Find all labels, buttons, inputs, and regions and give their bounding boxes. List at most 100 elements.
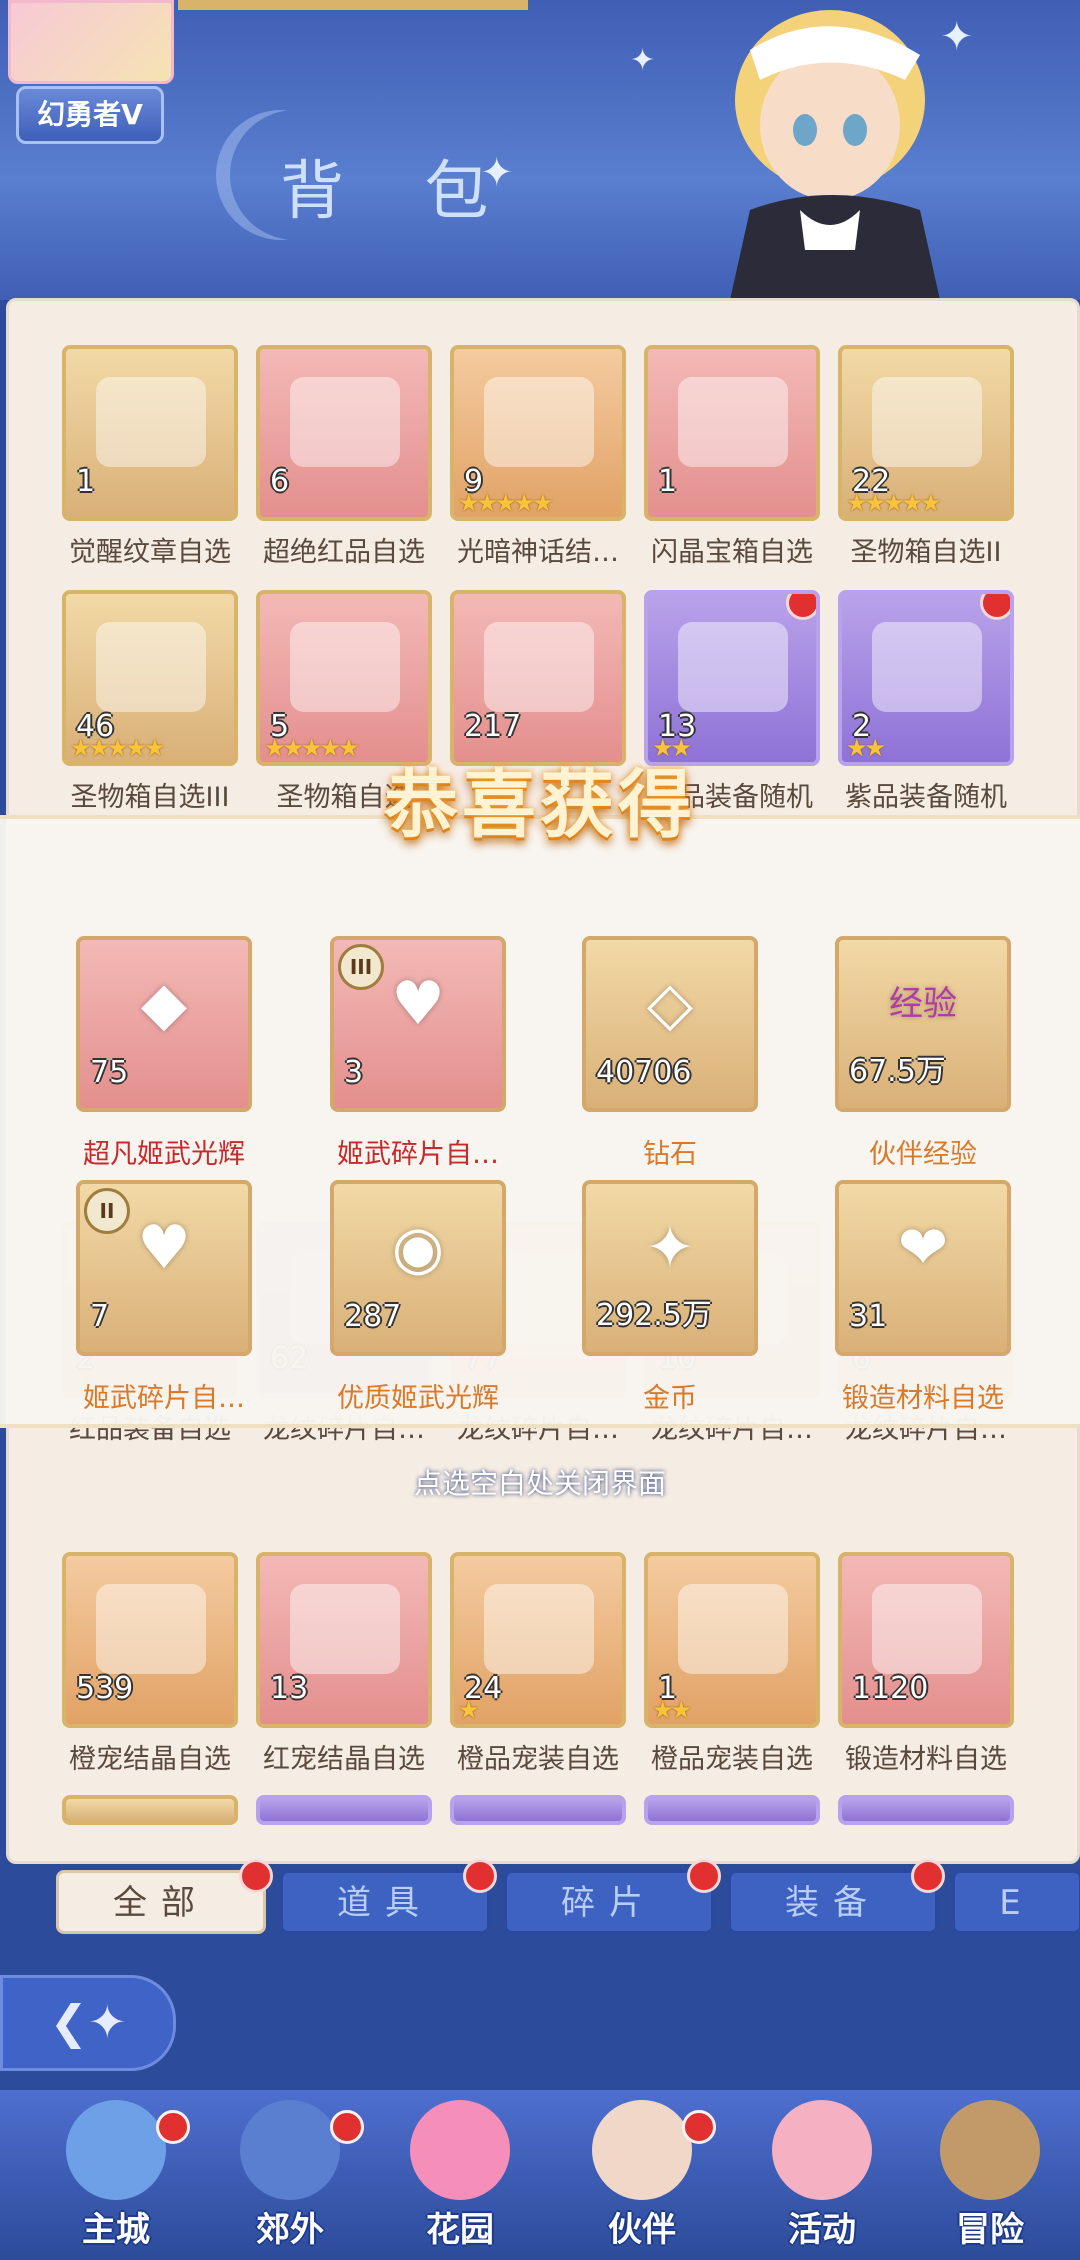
nav-magic-circle[interactable]: 郊外 [210, 2090, 370, 2260]
reward-item-cell[interactable]: ✦ 292.5万 [582, 1180, 758, 1356]
red-dot-badge [682, 2110, 716, 2144]
svg-text:✦: ✦ [940, 14, 974, 60]
reward-item-cell[interactable]: ◇ 40706 [582, 936, 758, 1112]
nav-label: 活动 [788, 2210, 856, 2250]
item-count: 6 [270, 464, 290, 499]
reward-name: 超凡姬武光辉 [83, 1139, 245, 1170]
nav-gift-box[interactable]: 活动 [742, 2090, 902, 2260]
reward-item-cell[interactable]: ♥ III 3 [330, 936, 506, 1112]
bag-item-cell[interactable] [838, 1795, 1014, 1825]
reward-item-icon: ✦ [644, 1213, 696, 1283]
item-name: 光暗神话结… [457, 537, 619, 568]
reward-item-cell[interactable]: ❤ 31 [835, 1180, 1011, 1356]
red-dot-badge [980, 594, 1010, 620]
reward-name: 姬武碎片自… [83, 1383, 245, 1414]
item-chest-icon [290, 377, 400, 467]
item-count: 539 [76, 1671, 134, 1706]
nav-label: 冒险 [956, 2210, 1024, 2250]
reward-name: 伙伴经验 [869, 1139, 977, 1170]
bag-item-cell[interactable]: 6 [256, 345, 432, 521]
red-dot-badge [786, 594, 816, 620]
bag-item-cell[interactable]: 5 ★★★★★ [256, 590, 432, 766]
reward-item-cell[interactable]: ♥ II 7 [76, 1180, 252, 1356]
bag-item-cell[interactable]: 1120 [838, 1552, 1014, 1728]
bag-item-cell[interactable]: 22 ★★★★★ [838, 345, 1014, 521]
item-chest-icon [872, 622, 982, 712]
reward-count: 75 [90, 1055, 129, 1090]
red-dot-badge [330, 2110, 364, 2144]
player-avatar[interactable] [8, 0, 174, 84]
bag-item-cell[interactable] [62, 1795, 238, 1825]
tab-1[interactable]: 全部 [56, 1859, 273, 1934]
back-arrow-icon[interactable]: ❮✦ [0, 1975, 176, 2071]
item-count: 1 [76, 464, 96, 499]
bag-item-cell[interactable] [256, 1795, 432, 1825]
bag-item-cell[interactable]: 2 ★★ [838, 590, 1014, 766]
sparkle-icon: ✦ [480, 150, 514, 196]
item-chest-icon [96, 622, 206, 712]
close-hint[interactable]: 点选空白处关闭界面 [340, 1462, 740, 1502]
reward-name: 优质姬武光辉 [337, 1383, 499, 1414]
sword-icon [940, 2100, 1040, 2200]
item-chest-icon [96, 377, 206, 467]
bag-item-cell[interactable]: 24 ★ [450, 1552, 626, 1728]
bag-item-cell[interactable]: 46 ★★★★★ [62, 590, 238, 766]
reward-item-cell[interactable]: ◆ 75 [76, 936, 252, 1112]
reward-item-cell[interactable]: 经验 67.5万 [835, 936, 1011, 1112]
nav-companion[interactable]: 伙伴 [562, 2090, 722, 2260]
item-chest-icon [290, 1584, 400, 1674]
tier-badge: II [84, 1188, 130, 1234]
maid-character-illustration: ✦ ✦ [630, 10, 974, 300]
bag-item-cell[interactable]: 9 ★★★★★ [450, 345, 626, 521]
item-name: 超绝红品自选 [263, 537, 425, 568]
star-rating: ★★★★★ [70, 734, 166, 762]
svg-text:✦: ✦ [630, 43, 655, 78]
bag-item-cell[interactable]: 539 [62, 1552, 238, 1728]
bag-item-cell[interactable]: 217 [450, 590, 626, 766]
star-rating: ★★★★★ [458, 489, 554, 517]
nav-label: 伙伴 [608, 2210, 676, 2250]
tab-3[interactable]: 碎片 [504, 1859, 721, 1934]
tab-5[interactable]: E [952, 1870, 1080, 1934]
reward-count: 287 [344, 1299, 402, 1334]
reward-item-icon: ◆ [140, 969, 188, 1039]
header-banner: 幻勇者V 背 包 ✦ ✦ ✦ [0, 0, 1080, 300]
red-dot-badge [911, 1859, 945, 1893]
item-name: 锻造材料自选 [845, 1744, 1007, 1775]
star-rating: ★★ [652, 1696, 692, 1724]
reward-count: 31 [849, 1299, 888, 1334]
reward-item-cell[interactable]: ◉ 287 [330, 1180, 506, 1356]
nav-label: 郊外 [256, 2210, 324, 2250]
item-count: 1 [658, 464, 678, 499]
tab-2[interactable]: 道具 [280, 1859, 497, 1934]
nav-heart-garden[interactable]: 花园 [380, 2090, 540, 2260]
item-name: 圣物箱自选II [850, 537, 1002, 568]
item-name: 橙品宠装自选 [457, 1744, 619, 1775]
item-name: 圣物箱自选III [70, 782, 230, 813]
tab-4[interactable]: 装备 [728, 1859, 945, 1934]
magic-circle-icon [240, 2100, 340, 2200]
bag-item-cell[interactable] [644, 1795, 820, 1825]
bag-item-cell[interactable]: 1 [644, 345, 820, 521]
bag-item-cell[interactable]: 13 [256, 1552, 432, 1728]
nav-castle[interactable]: 主城 [36, 2090, 196, 2260]
item-chest-icon [872, 1584, 982, 1674]
item-count: 1120 [852, 1671, 929, 1706]
item-name: 紫品装备随机 [845, 782, 1007, 813]
player-name-plate [178, 0, 528, 10]
reward-name: 姬武碎片自… [337, 1139, 499, 1170]
item-chest-icon [96, 1584, 206, 1674]
red-dot-badge [156, 2110, 190, 2144]
item-chest-icon [484, 377, 594, 467]
red-dot-badge [687, 1859, 721, 1893]
bag-item-cell[interactable]: 13 ★★ [644, 590, 820, 766]
reward-count: 3 [344, 1055, 364, 1090]
nav-sword[interactable]: 冒险 [910, 2090, 1070, 2260]
bag-item-cell[interactable] [450, 1795, 626, 1825]
item-name: 红宠结晶自选 [263, 1744, 425, 1775]
companion-icon [592, 2100, 692, 2200]
vip-badge[interactable]: 幻勇者V [16, 86, 164, 144]
item-name: 橙品宠装自选 [651, 1744, 813, 1775]
bag-item-cell[interactable]: 1 ★★ [644, 1552, 820, 1728]
bag-item-cell[interactable]: 1 [62, 345, 238, 521]
